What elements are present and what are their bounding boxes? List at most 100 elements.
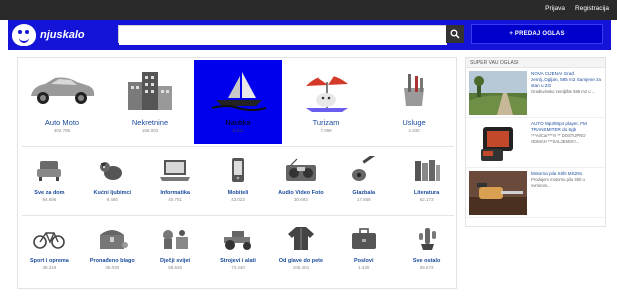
cactus-icon [412,224,442,252]
search-button[interactable] [446,25,464,43]
category-count: 62.173 [419,197,434,202]
ad-text: AUTO Mp3/Mp4 player, FM TRANSMITER do 6g… [531,121,602,164]
category-mobiteli[interactable]: Mobiteli 43.023 [207,150,270,212]
category-poslovi[interactable]: Poslovi 1.430 [332,218,395,282]
tools-icon [394,68,434,112]
category-sport-i-oprema[interactable]: Sport i oprema 38.319 [18,218,81,282]
category-literatura[interactable]: Literatura 62.173 [395,150,458,212]
toys-icon [158,224,192,252]
category-count: 58.526 [168,265,183,270]
category-label: Literatura [413,190,440,196]
search-box [118,25,448,45]
category-label: Mobiteli [227,190,249,196]
category-informatika[interactable]: Informatika 40.751 [144,150,207,212]
category-kućni-ljubimci[interactable]: Kućni ljubimci 9.466 [81,150,144,212]
books-icon [411,156,443,184]
beach-umbrella-icon [298,68,354,112]
category-od-glave-do-pete[interactable]: Od glave do pete 105.404 [269,218,332,282]
category-count: 9.466 [106,197,118,202]
category-nekretnine[interactable]: Nekretnine 168.003 [106,60,194,144]
category-label: Audio Video Foto [278,190,324,196]
featured-ads-title: SUPER VAU OGLASI [466,58,605,68]
category-label: Auto Moto [44,118,80,127]
category-count: 17.656 [356,197,371,202]
ad-description: Prodajem motornu pilu 380 u ovrsnom... [531,177,585,188]
featured-ad[interactable]: NOVA CIJENA! Građ. zemlj.,Ogljan, 585 m2… [466,68,605,118]
logo-text: njuskalo [40,29,85,41]
buildings-icon [122,68,178,112]
category-count: 73.440 [231,265,245,270]
ad-thumbnail[interactable] [469,71,527,115]
ad-title-link[interactable]: NOVA CIJENA! Građ. zemlj.,Ogljan, 585 m2… [531,71,602,89]
category-auto-moto[interactable]: Auto Moto 302.785 [18,60,106,144]
account-links: Prijava Registracija [545,5,609,12]
category-count: 6.211 [232,128,244,133]
category-label: Poslovi [353,258,374,264]
category-glazbala[interactable]: Glazbala 17.656 [332,150,395,212]
category-sve-ostalo[interactable]: Sve ostalo 39.673 [395,218,458,282]
featured-ad[interactable]: Motorna pila Stihl MS291 Prodajem motornu… [466,168,605,218]
ad-thumbnail[interactable] [469,121,527,165]
page: Prijava Registracija njuskalo + PREDAJ O… [0,0,617,299]
category-count: 43.023 [231,197,245,202]
category-label: Sve za dom [34,190,65,196]
divider [22,146,454,147]
briefcase-icon [348,224,380,252]
category-label: Glazbala [352,190,376,196]
category-count: 1.430 [358,265,370,270]
search-icon [450,29,460,39]
category-usluge[interactable]: Usluge 4.330 [370,60,458,144]
category-label: Usluge [402,118,426,127]
category-label: Sport i oprema [30,258,69,264]
featured-ad[interactable]: AUTO Mp3/Mp4 player, FM TRANSMITER do 6g… [466,118,605,168]
header: njuskalo + PREDAJ OGLAS [8,20,611,50]
category-label: Sve ostalo [412,258,441,264]
category-count: 105.404 [292,265,309,270]
ad-description: ***AirCar***!!! ** DOSTUPNO ODMAH ***SAL… [531,133,586,144]
top-bar: Prijava Registracija [0,0,617,20]
category-count: 4.330 [408,128,420,133]
category-label: Dječji svijet [160,258,191,264]
categories-row-main: Auto Moto 302.785 Nekretnine 168.003 Nautika… [18,60,458,144]
categories-row-third: Sport i oprema 38.319 Pronađeno blago 35.03… [18,218,458,282]
car-icon [27,68,97,112]
logo[interactable]: njuskalo [12,22,112,48]
login-link[interactable]: Prijava [545,5,565,12]
categories-row-second: Sve za dom 94.696 Kućni ljubimci 9.466 Infor… [18,150,458,212]
category-label: Nekretnine [131,118,169,127]
jacket-icon [286,224,316,252]
featured-ads-panel: SUPER VAU OGLASI NOVA CIJENA! Građ. zeml… [465,57,606,227]
laptop-icon [158,156,192,184]
divider [22,215,454,216]
ad-text: NOVA CIJENA! Građ. zemlj.,Ogljan, 585 m2… [531,71,602,114]
category-pronađeno-blago[interactable]: Pronađeno blago 35.030 [81,218,144,282]
register-link[interactable]: Registracija [575,5,609,12]
categories-panel: Auto Moto 302.785 Nekretnine 168.003 Nautika… [17,57,457,289]
category-sve-za-dom[interactable]: Sve za dom 94.696 [18,150,81,212]
post-ad-button[interactable]: + PREDAJ OGLAS [471,24,603,44]
category-label: Pronađeno blago [89,258,135,264]
category-label: Nautika [225,118,251,127]
radio-icon [283,156,319,184]
ad-title-link[interactable]: AUTO Mp3/Mp4 player, FM TRANSMITER do 6g… [531,121,602,133]
category-count: 38.319 [42,265,57,270]
logo-mascot-icon [12,24,36,46]
category-label: Kućni ljubimci [93,190,132,196]
tractor-icon [220,224,256,252]
category-dječji-svijet[interactable]: Dječji svijet 58.526 [144,218,207,282]
search-input[interactable] [119,28,447,45]
category-nautika[interactable]: Nautika 6.211 [194,60,282,144]
category-count: 30.693 [293,197,308,202]
category-count: 302.785 [53,128,71,133]
category-strojevi-i-alati[interactable]: Strojevi i alati 73.440 [207,218,270,282]
category-audio-video-foto[interactable]: Audio Video Foto 30.693 [269,150,332,212]
dog-icon [97,156,127,184]
ad-text: Motorna pila Stihl MS291 Prodajem motornu… [531,171,602,214]
category-turizam[interactable]: Turizam 7.088 [282,60,370,144]
category-label: Turizam [312,118,340,127]
bicycle-icon [32,224,66,252]
armchair-icon [34,156,64,184]
category-count: 39.673 [419,265,434,270]
ad-thumbnail[interactable] [469,171,527,215]
category-label: Strojevi i alati [220,258,256,264]
